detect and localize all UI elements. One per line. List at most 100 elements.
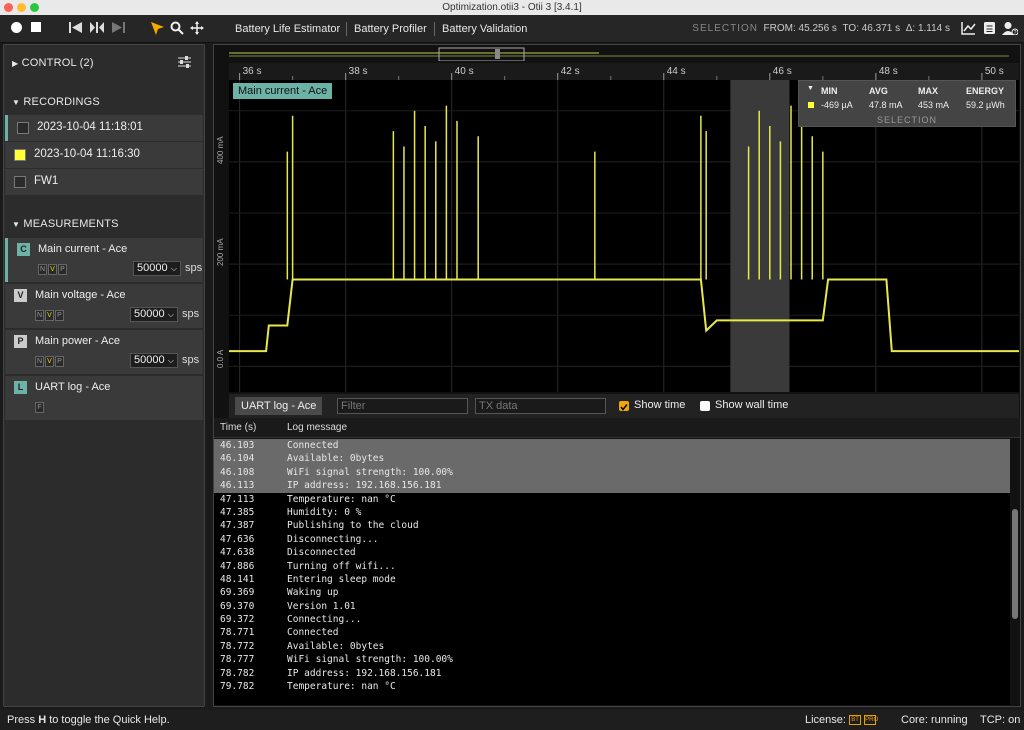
overview-timeline[interactable] (229, 47, 1009, 61)
plot-label: Main current - Ace (233, 83, 333, 99)
chip-filter[interactable]: F (35, 402, 44, 413)
chip-plot[interactable]: P (55, 310, 64, 321)
record-button[interactable] (9, 21, 23, 37)
log-row[interactable]: 69.369 Waking up (214, 586, 1010, 599)
main-panel: 36 s 38 s 40 s 42 s 44 s 46 s 48 s 50 s 0.0 A 20… (213, 44, 1021, 707)
close-window-button[interactable] (4, 3, 13, 12)
x-tick-label: 50 s (985, 66, 1004, 77)
log-row[interactable]: 69.370 Version 1.01 (214, 600, 1010, 613)
measurement-item[interactable]: P Main power - Ace N V P 50000 ⌵ sps (5, 330, 203, 374)
stats-header-max: MAX (918, 86, 938, 96)
measurement-item[interactable]: V Main voltage - Ace N V P 50000 ⌵ sps (5, 284, 203, 328)
log-row[interactable]: 47.638 Disconnected (214, 546, 1010, 559)
uart-tab[interactable]: UART log - Ace (235, 397, 323, 415)
user-account-button[interactable]: ? (1002, 21, 1019, 37)
show-wall-time-checkbox[interactable] (700, 401, 710, 411)
menu-battery-profiler[interactable]: Battery Profiler (354, 15, 427, 43)
zoom-window-button[interactable] (30, 3, 39, 12)
chip-visible[interactable]: V (45, 310, 54, 321)
log-row[interactable]: 47.385 Humidity: 0 % (214, 506, 1010, 519)
fit-view-button[interactable] (89, 21, 105, 37)
menu-battery-life-estimator[interactable]: Battery Life Estimator (235, 15, 340, 43)
skip-start-icon (69, 22, 82, 33)
x-tick-label: 48 s (879, 66, 898, 77)
sample-rate-select[interactable]: 50000 ⌵ (130, 353, 178, 368)
log-button[interactable] (982, 21, 997, 37)
log-row[interactable]: 46.108 WiFi signal strength: 100.00% (214, 465, 1010, 480)
x-tick-label: 40 s (455, 66, 474, 77)
recording-item[interactable]: 2023-10-04 11:16:30 (5, 142, 203, 168)
chevron-down-icon[interactable]: ▼ (807, 85, 814, 92)
zoom-tool-button[interactable] (169, 21, 185, 37)
log-row[interactable]: 78.771 Connected (214, 626, 1010, 639)
log-row[interactable]: 48.141 Entering sleep mode (214, 573, 1010, 586)
chip-normal[interactable]: N (38, 264, 47, 275)
chip-visible[interactable]: V (45, 356, 54, 367)
log-row[interactable]: 47.387 Publishing to the cloud (214, 519, 1010, 532)
recordings-section-title: RECORDINGS (23, 96, 100, 108)
chip-visible[interactable]: V (48, 264, 57, 275)
log-scrollbar-thumb[interactable] (1012, 509, 1018, 619)
tx-data-input[interactable]: TX data (475, 398, 606, 414)
log-row[interactable]: 79.782 Temperature: nan °C (214, 680, 1010, 693)
chip-normal[interactable]: N (35, 310, 44, 321)
analysis-button[interactable] (961, 21, 976, 37)
chevron-down-icon: ⌵ (167, 356, 174, 365)
log-row[interactable]: 69.372 Connecting... (214, 613, 1010, 626)
license-status[interactable]: License: BT PRO (805, 710, 878, 730)
show-wall-time-label[interactable]: Show wall time (715, 399, 788, 411)
skip-end-button[interactable] (110, 21, 126, 37)
menu-battery-validation[interactable]: Battery Validation (442, 15, 527, 43)
log-time: 46.113 (220, 480, 255, 492)
log-row[interactable]: 47.636 Disconnecting... (214, 533, 1010, 546)
from-label: FROM: (763, 23, 796, 34)
control-section-toggle[interactable]: ▶ CONTROL (2) (12, 57, 94, 69)
recording-label: FW1 (34, 175, 59, 187)
recordings-section-toggle[interactable]: ▼ RECORDINGS (12, 96, 100, 108)
minimize-window-button[interactable] (17, 3, 26, 12)
sample-rate-unit: sps (185, 262, 203, 274)
help-key: H (38, 714, 47, 726)
show-time-label[interactable]: Show time (634, 399, 685, 411)
log-scrollbar[interactable] (1011, 439, 1019, 705)
log-row[interactable]: 46.104 Available: 0bytes (214, 452, 1010, 466)
log-row[interactable]: 78.772 Available: 0bytes (214, 640, 1010, 653)
chip-plot[interactable]: P (55, 356, 64, 367)
recording-color-swatch[interactable] (14, 149, 26, 161)
log-row[interactable]: 46.103 Connected (214, 439, 1010, 453)
log-row[interactable]: 47.886 Turning off wifi... (214, 560, 1010, 573)
recording-item[interactable]: 2023-10-04 11:18:01 (5, 115, 203, 141)
recording-item[interactable]: FW1 (5, 169, 203, 195)
show-time-checkbox[interactable] (619, 401, 629, 411)
recording-color-swatch[interactable] (17, 122, 29, 134)
pan-tool-button[interactable] (189, 21, 205, 37)
log-row[interactable]: 78.777 WiFi signal strength: 100.00% (214, 653, 1010, 666)
log-message: Connected (287, 440, 339, 451)
current-plot[interactable]: Main current - Ace ▼ MIN AVG MAX ENERGY … (229, 80, 1019, 392)
log-row[interactable]: 46.113 IP address: 192.168.156.181 (214, 479, 1010, 493)
stats-energy-value: 59.2 µWh (966, 100, 1005, 110)
col-time-header[interactable]: Time (s) (220, 422, 256, 433)
sample-rate-select[interactable]: 50000 ⌵ (133, 261, 181, 276)
sample-rate-select[interactable]: 50000 ⌵ (130, 307, 178, 322)
log-message: WiFi signal strength: 100.00% (287, 466, 453, 478)
chip-plot[interactable]: P (58, 264, 67, 275)
overview-viewport-handle[interactable] (438, 47, 525, 61)
log-row[interactable]: 47.113 Temperature: nan °C (214, 493, 1010, 506)
filter-input[interactable]: Filter (337, 398, 468, 414)
measurement-item[interactable]: L UART log - Ace F (5, 376, 203, 420)
chip-normal[interactable]: N (35, 356, 44, 367)
recording-color-swatch[interactable] (14, 176, 26, 188)
log-message: WiFi signal strength: 100.00% (287, 654, 453, 666)
measurements-section-toggle[interactable]: ▼ MEASUREMENTS (12, 218, 119, 230)
measurement-item[interactable]: C Main current - Ace N V P 50000 ⌵ sps (5, 238, 203, 282)
stop-button[interactable] (29, 21, 43, 37)
log-time: 78.777 (220, 654, 255, 666)
uart-log-list[interactable]: 46.103 Connected 46.104 Available: 0bytes 46… (214, 439, 1010, 705)
col-message-header[interactable]: Log message (287, 422, 347, 433)
log-row[interactable]: 78.782 IP address: 192.168.156.181 (214, 667, 1010, 680)
select-tool-button[interactable] (149, 21, 165, 37)
control-settings-button[interactable] (177, 55, 192, 71)
log-message: Humidity: 0 % (287, 506, 362, 518)
skip-start-button[interactable] (68, 21, 84, 37)
